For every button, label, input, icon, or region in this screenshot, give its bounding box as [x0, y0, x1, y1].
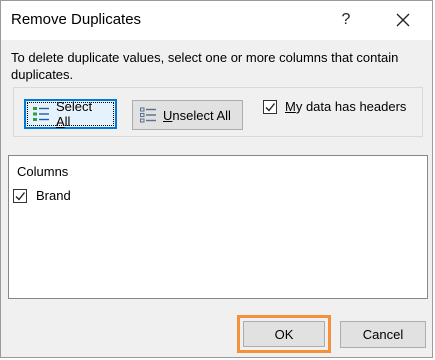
column-checkbox[interactable]	[13, 188, 27, 203]
close-button[interactable]	[385, 5, 421, 35]
my-data-has-headers-checkbox[interactable]: My data has headers	[263, 99, 406, 114]
help-button[interactable]: ?	[329, 5, 363, 35]
unselect-all-list-icon	[139, 106, 157, 124]
question-mark-icon: ?	[341, 11, 351, 28]
select-all-list-icon	[32, 105, 50, 123]
column-item-brand[interactable]: Brand	[13, 188, 71, 203]
title-bar: Remove Duplicates ?	[1, 1, 432, 40]
columns-list: Columns Brand	[8, 155, 428, 299]
dialog-description: To delete duplicate values, select one o…	[11, 50, 399, 82]
ok-button[interactable]: OK	[243, 321, 325, 347]
remove-duplicates-dialog: Remove Duplicates ? To delete duplicate …	[0, 0, 433, 358]
cancel-button[interactable]: Cancel	[340, 321, 426, 348]
select-all-label: Select All	[56, 99, 93, 129]
dialog-title: Remove Duplicates	[11, 11, 142, 28]
unselect-all-label: Unselect All	[163, 107, 231, 123]
select-all-button[interactable]: Select All	[24, 99, 117, 129]
checkmark-icon	[265, 102, 276, 112]
column-item-label: Brand	[36, 188, 71, 203]
unselect-all-button[interactable]: Unselect All	[132, 100, 243, 130]
columns-list-header: Columns	[17, 164, 69, 179]
checkmark-icon	[15, 191, 26, 201]
close-icon	[396, 13, 410, 27]
checkbox-box[interactable]	[263, 99, 277, 114]
my-data-has-headers-label: My data has headers	[285, 99, 407, 114]
